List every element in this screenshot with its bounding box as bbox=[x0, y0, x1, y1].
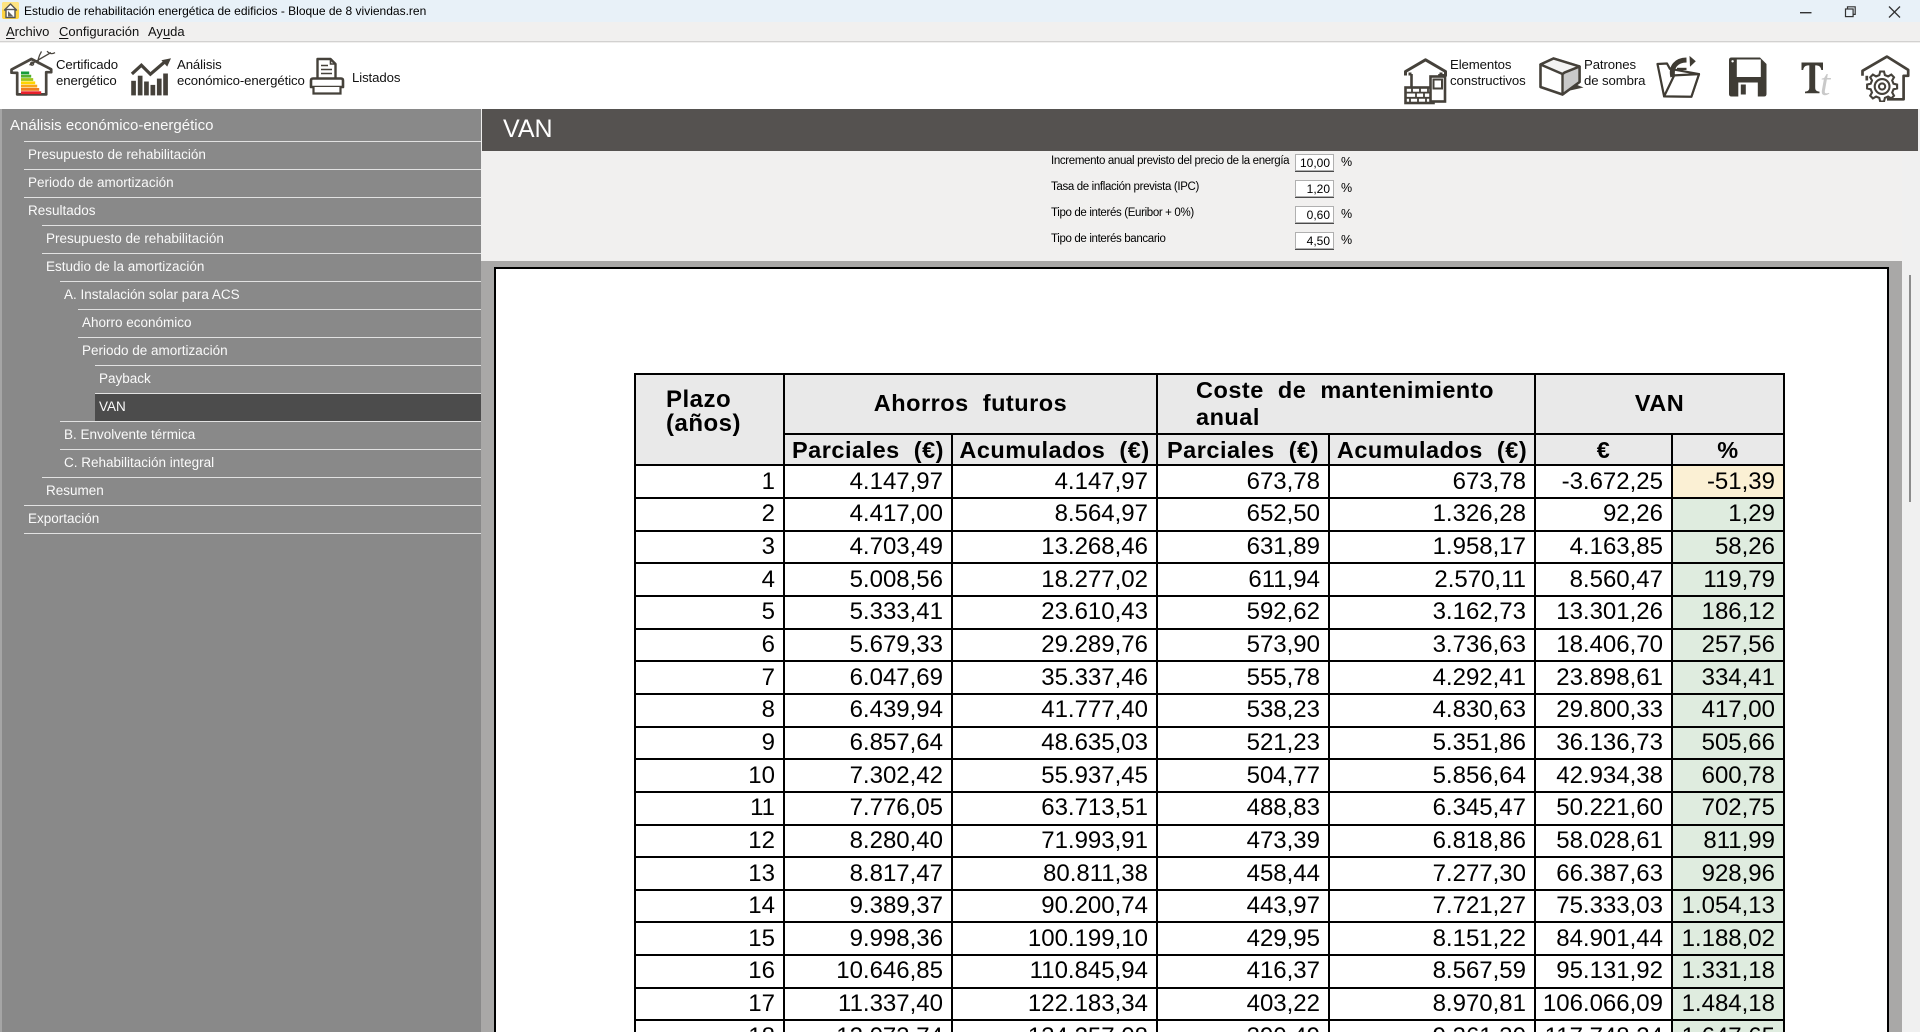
svg-text:t: t bbox=[1820, 63, 1832, 98]
